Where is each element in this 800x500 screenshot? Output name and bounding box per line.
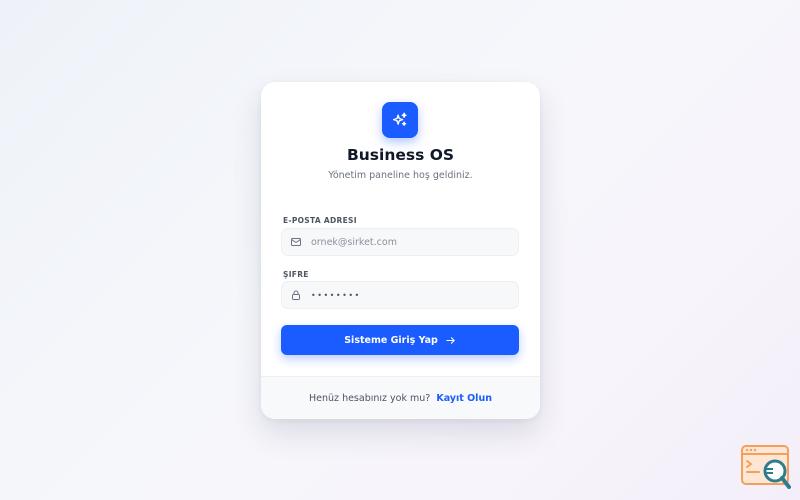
sparkles-icon (392, 112, 407, 126)
arrow-right-icon (445, 335, 456, 346)
search-extension-icon[interactable] (741, 445, 791, 489)
lock-icon (290, 289, 302, 301)
email-input[interactable] (311, 236, 511, 248)
email-label: E-POSTA ADRESI (283, 216, 357, 225)
app-logo (382, 102, 418, 138)
password-field[interactable]: •••••••• (281, 281, 519, 309)
signup-prompt: Henüz hesabınız yok mu? (309, 392, 431, 404)
password-label: ŞIFRE (283, 270, 309, 279)
password-input[interactable]: •••••••• (311, 291, 361, 300)
login-submit-label: Sisteme Giriş Yap (344, 334, 438, 346)
page-title: Business OS (346, 146, 455, 164)
login-card: Business OS Yönetim paneline hoş geldini… (261, 82, 540, 419)
login-submit-button[interactable]: Sisteme Giriş Yap (281, 325, 519, 355)
signup-link[interactable]: Kayıt Olun (436, 393, 492, 404)
page-subtitle: Yönetim paneline hoş geldiniz. (328, 170, 473, 181)
email-field[interactable] (281, 228, 519, 256)
mail-icon (290, 236, 302, 248)
signup-footer: Henüz hesabınız yok mu? Kayıt Olun (261, 376, 540, 419)
